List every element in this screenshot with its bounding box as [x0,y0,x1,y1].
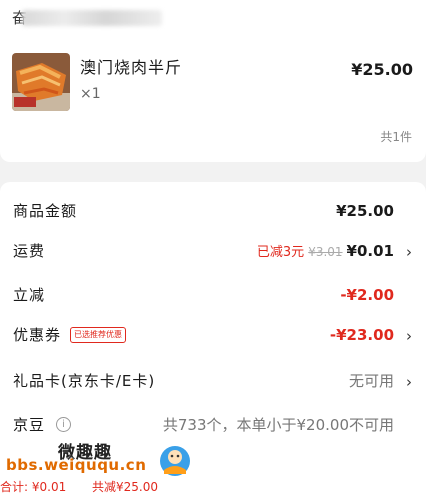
product-thumbnail[interactable] [12,53,70,111]
instant-discount-value: -¥2.00 [340,286,394,304]
coupon-label: 优惠券 [13,326,62,344]
row-jingdou: 京豆 i 共733个，本单小于¥20.00不可用 [0,410,426,440]
info-icon[interactable]: i [56,417,71,432]
row-coupon[interactable]: 优惠券 已选推荐优惠 -¥23.00 › [0,320,426,350]
row-gift-card[interactable]: 礼品卡(京东卡/E卡) 无可用 › [0,366,426,396]
chevron-right-icon[interactable]: › [406,371,412,393]
jingdou-value: 共733个，本单小于¥20.00不可用 [162,416,394,434]
instant-discount-label: 立减 [13,286,46,304]
product-name[interactable]: 澳门烧肉半斤 [80,54,182,78]
shipping-original: ¥3.01 [308,245,343,259]
gift-card-label: 礼品卡(京东卡/E卡) [13,372,156,390]
order-item-card: 奋 澳门烧肉半斤 ×1 ¥25.00 共1件 [0,0,426,162]
coupon-recommended-badge: 已选推荐优惠 [70,327,126,343]
coupon-value: -¥23.00 [329,326,394,344]
goods-amount-value: ¥25.00 [336,202,394,220]
store-name-blurred [22,10,162,26]
row-instant-discount: 立减 -¥2.00 [0,280,426,310]
shipping-value: ¥0.01 [346,242,394,260]
goods-amount-label: 商品金额 [13,202,78,220]
shipping-reduced: 已减3元 [256,245,305,260]
order-total: 合计: ¥0.01 [0,480,67,494]
product-quantity: ×1 [80,86,101,102]
chevron-right-icon[interactable]: › [406,325,412,347]
gift-card-value: 无可用 [348,372,394,390]
order-discount-total: 共减¥25.00 [92,480,158,494]
watermark-logo-icon [158,444,192,478]
row-shipping[interactable]: 运费 已减3元 ¥3.01 ¥0.01 › [0,236,426,266]
shipping-value-group: 已减3元 ¥3.01 ¥0.01 [257,240,394,264]
watermark-url: bbs.weiququ.cn [6,456,147,474]
item-count: 共1件 [380,130,412,144]
chevron-right-icon[interactable]: › [406,241,412,263]
jingdou-label: 京豆 [13,416,46,434]
product-price: ¥25.00 [351,60,413,79]
shipping-label: 运费 [13,242,46,260]
row-goods-amount: 商品金额 ¥25.00 [0,196,426,226]
order-total-bar: 合计: ¥0.01 共减¥25.00 [0,474,426,500]
